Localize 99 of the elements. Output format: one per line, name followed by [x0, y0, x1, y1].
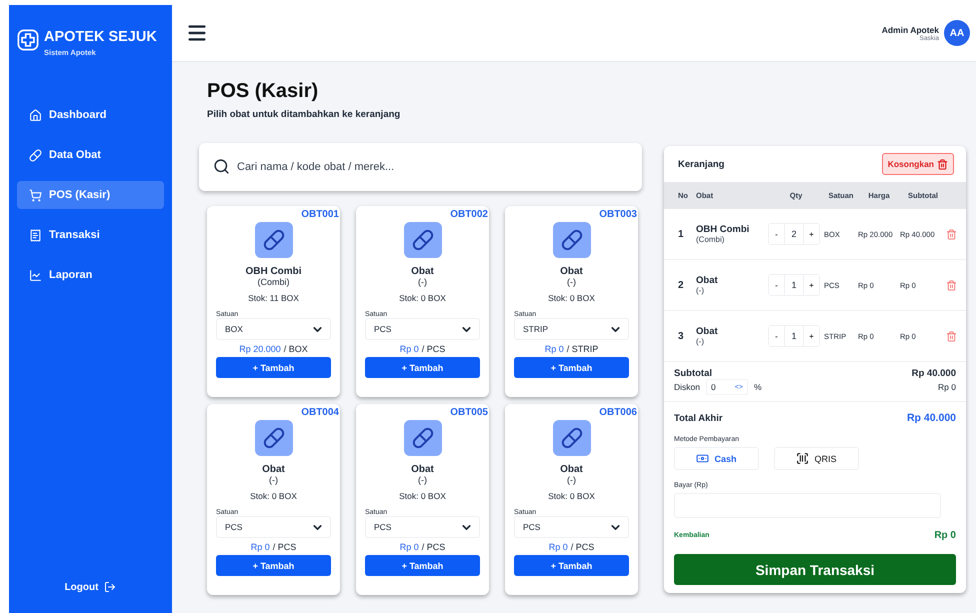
pill-icon: [29, 148, 42, 162]
chart-icon: [29, 268, 42, 282]
user-name: Admin Apotek: [882, 24, 939, 34]
subtotal-value: Rp 40.000: [912, 368, 956, 379]
add-button[interactable]: + Tambah: [216, 357, 331, 378]
item-brand: (-): [696, 337, 705, 346]
search-field[interactable]: Cari nama / kode obat / merek...: [199, 143, 642, 191]
product-stock: Stok: 0 BOX: [250, 491, 297, 501]
product-price: Rp 0: [548, 542, 568, 552]
home-icon: [29, 108, 42, 122]
price-unit: / BOX: [284, 344, 308, 354]
avatar[interactable]: AA: [944, 20, 970, 46]
item-name: Obat: [696, 275, 719, 286]
product-code: OBT002: [450, 209, 488, 220]
product-name: OBH Combi: [245, 266, 302, 277]
save-transaction-button[interactable]: Simpan Transaksi: [674, 554, 956, 585]
add-button[interactable]: + Tambah: [514, 555, 629, 576]
product-name: Obat: [560, 464, 583, 475]
trash-icon: [937, 158, 948, 170]
product-brand: (-): [418, 475, 427, 485]
row-number: 2: [678, 280, 685, 290]
product-code: OBT004: [301, 407, 339, 418]
product-code: OBT006: [599, 407, 637, 418]
product-stock: Stok: 0 BOX: [548, 293, 595, 303]
product-price: Rp 0: [544, 344, 564, 354]
nav-item[interactable]: Laporan: [17, 261, 164, 289]
percent-sign: %: [754, 382, 762, 392]
unit-select[interactable]: PCS: [514, 516, 629, 538]
product-price: Rp 0: [400, 344, 419, 354]
product-brand: (-): [567, 475, 576, 485]
discount-amount: Rp 0: [938, 382, 956, 392]
item-name: Obat: [696, 326, 719, 337]
add-button[interactable]: + Tambah: [216, 555, 331, 576]
item-brand: (-): [696, 286, 705, 295]
product-brand: (-): [567, 277, 576, 287]
clear-cart-button[interactable]: Kosongkan: [882, 153, 954, 175]
total-label: Total Akhir: [674, 412, 723, 424]
cart-title: Keranjang: [678, 158, 724, 170]
payment-option[interactable]: QRIS: [774, 447, 859, 470]
row-number: 3: [678, 330, 685, 342]
pill-icon: [560, 427, 582, 449]
product-price: Rp 20.000: [239, 344, 281, 354]
item-name: OBH Combi: [696, 224, 750, 235]
nav-item[interactable]: Transaksi: [17, 221, 164, 249]
pill-icon: [560, 229, 582, 251]
pill-icon: [412, 427, 434, 449]
pill-icon: [262, 427, 284, 449]
nav-item[interactable]: Dashboard: [17, 101, 164, 129]
product-stock: Stok: 0 BOX: [548, 491, 595, 501]
payment-option[interactable]: Cash: [674, 447, 759, 470]
change-value: Rp 0: [934, 530, 956, 541]
product-name: Obat: [411, 266, 434, 277]
page-title: POS (Kasir): [207, 80, 320, 103]
search-icon: [213, 158, 230, 175]
product-brand: (Combi): [257, 277, 290, 287]
product-price: Rp 0: [250, 542, 270, 552]
discount-label: Diskon: [674, 382, 700, 392]
product-name: Obat: [560, 266, 583, 277]
product-stock: Stok: 0 BOX: [399, 491, 446, 501]
add-button[interactable]: + Tambah: [514, 357, 629, 378]
brand-name: APOTEK SEJUK: [44, 29, 157, 46]
page-subtitle: Pilih obat untuk ditambahkan ke keranjang: [207, 109, 402, 120]
cart-icon: [29, 188, 42, 202]
product-name: Obat: [262, 464, 285, 475]
product-code: OBT005: [450, 407, 488, 418]
pill-icon: [262, 229, 284, 251]
pill-icon: [412, 229, 434, 251]
product-code: OBT001: [301, 209, 339, 220]
add-button[interactable]: + Tambah: [365, 357, 480, 378]
product-name: Obat: [411, 464, 434, 475]
total-value: Rp 40.000: [906, 412, 956, 424]
product-brand: (-): [418, 277, 427, 287]
row-number: 1: [678, 228, 685, 240]
nav-item[interactable]: Data Obat: [17, 141, 164, 169]
medical-cross-logo: [17, 29, 39, 51]
add-button[interactable]: + Tambah: [365, 555, 480, 576]
logout-icon: [104, 581, 116, 593]
price-unit: / PCS: [570, 542, 594, 552]
product-code: OBT003: [599, 209, 637, 220]
logout-link[interactable]: Logout: [17, 581, 164, 593]
product-stock: Stok: 11 BOX: [248, 293, 299, 303]
unit-select[interactable]: BOX: [216, 318, 331, 340]
product-brand: (-): [269, 475, 278, 485]
unit-select[interactable]: PCS: [365, 318, 480, 340]
unit-select[interactable]: STRIP: [514, 318, 629, 340]
price-unit: / PCS: [422, 344, 446, 354]
price-unit: / PCS: [272, 542, 296, 552]
item-brand: (Combi): [696, 235, 726, 244]
unit-select[interactable]: PCS: [216, 516, 331, 538]
subtotal-label: Subtotal: [674, 368, 712, 379]
product-stock: Stok: 0 BOX: [399, 293, 446, 303]
price-unit: / STRIP: [566, 344, 598, 354]
unit-select[interactable]: PCS: [365, 516, 480, 538]
receipt-icon: [29, 228, 42, 242]
nav-item[interactable]: POS (Kasir): [17, 181, 164, 209]
product-price: Rp 0: [400, 542, 419, 552]
price-unit: / PCS: [422, 542, 446, 552]
barcode-icon: [796, 452, 810, 465]
banknote-icon: [696, 452, 710, 465]
